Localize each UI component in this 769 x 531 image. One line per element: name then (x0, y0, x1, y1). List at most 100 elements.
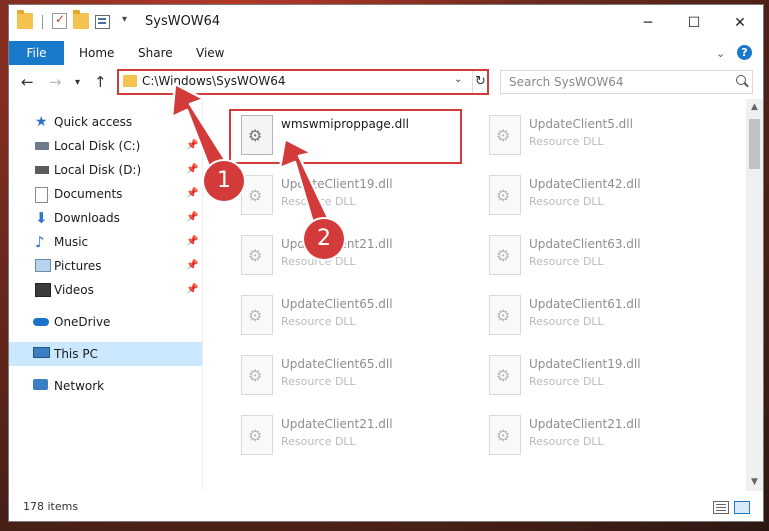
help-icon[interactable]: ? (737, 45, 752, 60)
gear-icon: ⚙ (248, 366, 263, 385)
sidebar-item-local-disk-c[interactable]: Local Disk (C:) 📌 (9, 134, 202, 158)
sidebar-item-label: Music (54, 235, 89, 249)
window-title: SysWOW64 (145, 14, 221, 29)
gear-icon: ⚙ (248, 246, 263, 265)
scroll-thumb[interactable] (749, 119, 760, 169)
file-type: Resource DLL (529, 315, 604, 328)
pin-icon[interactable]: 📌 (186, 230, 198, 254)
sidebar-item-this-pc[interactable]: This PC (9, 342, 202, 366)
file-name: UpdateClient19.dll (281, 177, 393, 191)
file-tile[interactable]: ⚙ UpdateClient21.dll Resource DLL (481, 405, 711, 461)
vertical-scrollbar[interactable]: ▲ ▼ (746, 99, 763, 491)
tab-share[interactable]: Share (138, 41, 173, 65)
file-tile[interactable]: ⚙ UpdateClient19.dll Resource DLL (233, 165, 463, 221)
address-bar[interactable]: C:\Windows\SysWOW64 ⌄ ↻ (117, 69, 489, 95)
item-count: 178 items (23, 500, 79, 513)
file-name: UpdateClient21.dll (529, 417, 641, 431)
gear-icon: ⚙ (496, 366, 511, 385)
file-name: UpdateClient61.dll (529, 297, 641, 311)
this-pc-icon (33, 347, 50, 358)
documents-icon (35, 187, 48, 203)
sidebar-item-videos[interactable]: Videos 📌 (9, 278, 202, 302)
sidebar-item-music[interactable]: ♪ Music 📌 (9, 230, 202, 254)
large-icons-view-icon[interactable] (734, 501, 750, 514)
file-tile[interactable]: ⚙ UpdateClient19.dll Resource DLL (481, 345, 711, 401)
details-view-icon[interactable] (713, 501, 729, 514)
file-type: Resource DLL (281, 195, 356, 208)
file-type: Resource DLL (281, 375, 356, 388)
gear-icon: ⚙ (496, 246, 511, 265)
file-tile[interactable]: ⚙ UpdateClient42.dll Resource DLL (481, 165, 711, 221)
close-button[interactable]: ✕ (717, 5, 763, 41)
navigation-bar: ← → ▾ ↑ C:\Windows\SysWOW64 ⌄ ↻ Search S… (9, 65, 763, 99)
file-tile[interactable]: ⚙ UpdateClient5.dll Resource DLL (481, 105, 711, 161)
forward-arrow-icon[interactable]: → (49, 73, 62, 91)
disk-icon (35, 142, 49, 150)
tab-view[interactable]: View (196, 41, 224, 65)
file-tile[interactable]: ⚙ UpdateClient65.dll Resource DLL (233, 345, 463, 401)
dll-file-icon: ⚙ (489, 235, 521, 275)
gear-icon: ⚙ (496, 426, 511, 445)
sidebar-item-label: Network (54, 379, 105, 393)
dll-file-icon: ⚙ (489, 115, 521, 155)
tab-file[interactable]: File (9, 41, 64, 65)
file-tile[interactable]: ⚙ UpdateClient63.dll Resource DLL (481, 225, 711, 281)
file-tile[interactable]: ⚙ UpdateClient21.dll Resource DLL (233, 225, 463, 281)
pin-icon[interactable]: 📌 (186, 134, 198, 158)
dll-file-icon: ⚙ (489, 295, 521, 335)
sidebar-item-network[interactable]: Network (9, 374, 202, 398)
gear-icon: ⚙ (496, 306, 511, 325)
sidebar-item-downloads[interactable]: ⬇ Downloads 📌 (9, 206, 202, 230)
dll-file-icon: ⚙ (241, 235, 273, 275)
sidebar-item-local-disk-d[interactable]: Local Disk (D:) 📌 (9, 158, 202, 182)
properties-icon[interactable] (95, 15, 110, 29)
back-arrow-icon[interactable]: ← (21, 73, 34, 91)
downloads-icon: ⬇ (35, 209, 48, 227)
quick-access-dropdown-icon[interactable]: ▾ (122, 14, 127, 25)
file-name: UpdateClient65.dll (281, 357, 393, 371)
search-input[interactable]: Search SysWOW64 (500, 70, 753, 94)
onedrive-icon (33, 318, 49, 326)
sidebar-item-quick-access[interactable]: ★ Quick access (9, 110, 202, 134)
minimize-button[interactable]: ─ (625, 5, 671, 41)
file-tile[interactable]: ⚙ UpdateClient21.dll Resource DLL (233, 405, 463, 461)
sidebar-item-pictures[interactable]: Pictures 📌 (9, 254, 202, 278)
file-type: Resource DLL (529, 195, 604, 208)
sidebar-item-documents[interactable]: Documents 📌 (9, 182, 202, 206)
folder-icon (17, 10, 33, 29)
star-icon: ★ (35, 114, 48, 130)
dll-file-icon: ⚙ (241, 295, 273, 335)
properties-check-icon[interactable] (52, 12, 67, 29)
file-tile[interactable]: ⚙ UpdateClient61.dll Resource DLL (481, 285, 711, 341)
sidebar-item-onedrive[interactable]: OneDrive (9, 310, 202, 334)
pin-icon[interactable]: 📌 (186, 158, 198, 182)
gear-icon: ⚙ (496, 186, 511, 205)
refresh-icon[interactable]: ↻ (472, 71, 488, 93)
scroll-up-icon[interactable]: ▲ (746, 99, 763, 116)
expand-ribbon-icon[interactable]: ⌄ (716, 47, 725, 60)
address-dropdown-icon[interactable]: ⌄ (454, 74, 462, 85)
pin-icon[interactable]: 📌 (186, 278, 198, 302)
step-2-badge: 2 (304, 219, 344, 259)
file-type: Resource DLL (529, 135, 604, 148)
tab-home[interactable]: Home (79, 41, 114, 65)
pin-icon[interactable]: 📌 (186, 182, 198, 206)
sidebar-item-label: Local Disk (C:) (54, 139, 141, 153)
address-path[interactable]: C:\Windows\SysWOW64 (142, 74, 286, 88)
scroll-down-icon[interactable]: ▼ (746, 474, 763, 491)
pin-icon[interactable]: 📌 (186, 206, 198, 230)
file-tile[interactable]: ⚙ UpdateClient65.dll Resource DLL (233, 285, 463, 341)
pin-icon[interactable]: 📌 (186, 254, 198, 278)
file-name: UpdateClient42.dll (529, 177, 641, 191)
maximize-button[interactable]: ☐ (671, 5, 717, 41)
recent-locations-icon[interactable]: ▾ (75, 77, 80, 88)
gear-icon: ⚙ (496, 126, 511, 145)
disk-icon (35, 166, 49, 174)
sidebar-item-label: This PC (54, 347, 98, 361)
dll-file-icon: ⚙ (489, 415, 521, 455)
new-folder-icon[interactable] (73, 10, 89, 29)
file-name: UpdateClient63.dll (529, 237, 641, 251)
file-list: ⚙ wmswmiproppage.dll ⚙ UpdateClient5.dll… (203, 99, 746, 491)
up-arrow-icon[interactable]: ↑ (94, 73, 107, 91)
sidebar-item-label: Videos (54, 283, 94, 297)
